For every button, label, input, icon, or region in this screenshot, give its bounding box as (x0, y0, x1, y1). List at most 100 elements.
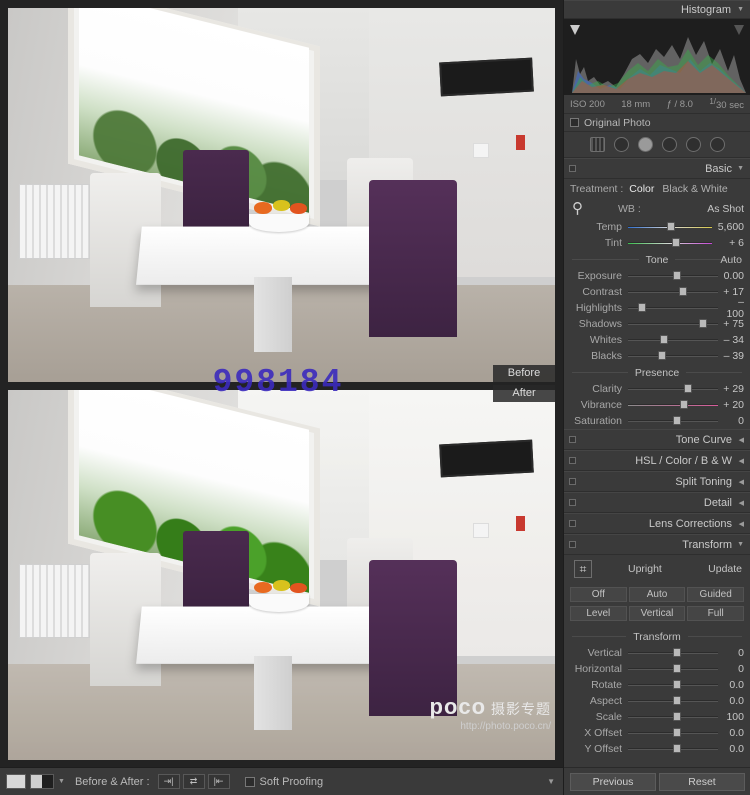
upright-guided-button[interactable]: Guided (687, 587, 745, 602)
tone-curve-section-header[interactable]: Tone Curve ◀ (564, 429, 750, 450)
loupe-view-icon[interactable] (6, 774, 26, 789)
temp-slider[interactable] (628, 220, 712, 234)
slider-track-area[interactable] (628, 382, 718, 396)
tint-knob[interactable] (671, 238, 680, 247)
slider-value[interactable]: 0.00 (718, 270, 744, 282)
transform-section-header[interactable]: Transform ▼ (564, 534, 750, 555)
reset-button[interactable]: Reset (659, 772, 745, 791)
lens-corrections-section-header[interactable]: Lens Corrections ◀ (564, 513, 750, 534)
auto-tone-button[interactable]: Auto (720, 254, 742, 266)
upright-auto-button[interactable]: Auto (628, 587, 686, 602)
slider-track-area[interactable] (628, 694, 718, 708)
upright-level-button[interactable]: Level (570, 606, 627, 621)
panel-toggle-dot[interactable] (569, 457, 576, 464)
histogram-section-header[interactable]: Histogram ▼ (564, 0, 750, 19)
slider-value[interactable]: 0 (718, 647, 744, 659)
slider-value[interactable]: – 100 (718, 296, 744, 320)
chevron-right-icon[interactable]: ◀ (739, 478, 744, 486)
wb-value[interactable]: As Shot (707, 203, 744, 215)
upright-update-button[interactable]: Update (708, 563, 742, 575)
slider-knob[interactable] (673, 648, 681, 657)
slider-knob[interactable] (673, 271, 681, 280)
basic-section-header[interactable]: Basic ▼ (564, 158, 750, 179)
slider-value[interactable]: + 20 (718, 399, 744, 411)
slider-value[interactable]: + 75 (718, 318, 744, 330)
slider-knob[interactable] (683, 384, 692, 393)
previous-button[interactable]: Previous (570, 772, 656, 791)
slider-track-area[interactable] (628, 349, 718, 363)
original-photo-row[interactable]: Original Photo (564, 113, 750, 132)
adjustment-brush-tool-icon[interactable] (709, 137, 725, 152)
slider-track-area[interactable] (628, 710, 718, 724)
radial-filter-tool-icon[interactable] (685, 137, 701, 152)
original-photo-checkbox[interactable] (570, 118, 579, 127)
slider-value[interactable]: 0 (718, 415, 744, 427)
slider-value[interactable]: 0.0 (718, 743, 744, 755)
redeye-tool-icon[interactable] (637, 137, 653, 152)
panel-toggle-dot[interactable] (569, 436, 576, 443)
tint-slider[interactable] (628, 236, 712, 250)
slider-value[interactable]: + 29 (718, 383, 744, 395)
slider-track-area[interactable] (628, 662, 718, 676)
copy-after-settings-icon[interactable]: |⇤ (207, 774, 230, 789)
panel-toggle-dot[interactable] (569, 478, 576, 485)
temp-value[interactable]: 5,600 (712, 221, 744, 233)
panel-toggle-dot[interactable] (569, 165, 576, 172)
slider-track-area[interactable] (628, 742, 718, 756)
slider-knob[interactable] (679, 287, 688, 296)
slider-track-area[interactable] (628, 414, 718, 428)
slider-track-area[interactable] (628, 301, 718, 315)
spot-removal-tool-icon[interactable] (613, 137, 629, 152)
slider-knob[interactable] (680, 400, 689, 409)
panel-toggle-dot[interactable] (569, 541, 576, 548)
slider-track-area[interactable] (628, 317, 718, 331)
chevron-right-icon[interactable]: ◀ (739, 457, 744, 465)
slider-knob[interactable] (673, 728, 681, 737)
slider-value[interactable]: 0.0 (718, 679, 744, 691)
slider-value[interactable]: – 34 (718, 334, 744, 346)
crop-tool-icon[interactable] (589, 137, 605, 152)
slider-value[interactable]: 0.0 (718, 727, 744, 739)
panel-toggle-dot[interactable] (569, 499, 576, 506)
chevron-right-icon[interactable]: ◀ (739, 520, 744, 528)
soft-proofing-checkbox[interactable] (244, 776, 255, 787)
slider-knob[interactable] (699, 319, 708, 328)
slider-knob[interactable] (673, 416, 681, 425)
slider-value[interactable]: 100 (718, 711, 744, 723)
slider-knob[interactable] (673, 680, 681, 689)
upright-off-button[interactable]: Off (570, 587, 627, 602)
treatment-color-option[interactable]: Color (629, 183, 654, 195)
chevron-right-icon[interactable]: ◀ (739, 499, 744, 507)
eyedropper-icon[interactable]: ⚲ (572, 199, 590, 229)
slider-track-area[interactable] (628, 398, 718, 412)
before-image[interactable] (8, 8, 555, 382)
chevron-right-icon[interactable]: ◀ (739, 436, 744, 444)
panel-toggle-dot[interactable] (569, 520, 576, 527)
graduated-filter-tool-icon[interactable] (661, 137, 677, 152)
slider-value[interactable]: 0.0 (718, 695, 744, 707)
slider-knob[interactable] (673, 744, 681, 753)
slider-knob[interactable] (657, 351, 666, 360)
chevron-down-icon[interactable]: ▼ (737, 541, 744, 548)
slider-track-area[interactable] (628, 726, 718, 740)
before-after-view-icon[interactable] (30, 774, 54, 789)
upright-full-button[interactable]: Full (687, 606, 745, 621)
treatment-bw-option[interactable]: Black & White (662, 183, 727, 195)
slider-track-area[interactable] (628, 646, 718, 660)
temp-knob[interactable] (666, 222, 675, 231)
slider-knob[interactable] (673, 696, 681, 705)
slider-knob[interactable] (673, 664, 681, 673)
detail-section-header[interactable]: Detail ◀ (564, 492, 750, 513)
slider-track-area[interactable] (628, 269, 718, 283)
toolbar-chevron-down-icon[interactable]: ▼ (547, 777, 555, 786)
view-chevron-down-icon[interactable]: ▼ (58, 778, 65, 785)
slider-track-area[interactable] (628, 333, 718, 347)
slider-track-area[interactable] (628, 678, 718, 692)
chevron-down-icon[interactable]: ▼ (737, 6, 744, 13)
upright-vertical-button[interactable]: Vertical (628, 606, 686, 621)
split-toning-section-header[interactable]: Split Toning ◀ (564, 471, 750, 492)
chevron-down-icon[interactable]: ▼ (737, 165, 744, 172)
tint-value[interactable]: + 6 (712, 237, 744, 249)
swap-before-after-icon[interactable]: ⇄ (182, 774, 205, 789)
upright-grid-icon[interactable]: ⌗ (574, 560, 592, 578)
